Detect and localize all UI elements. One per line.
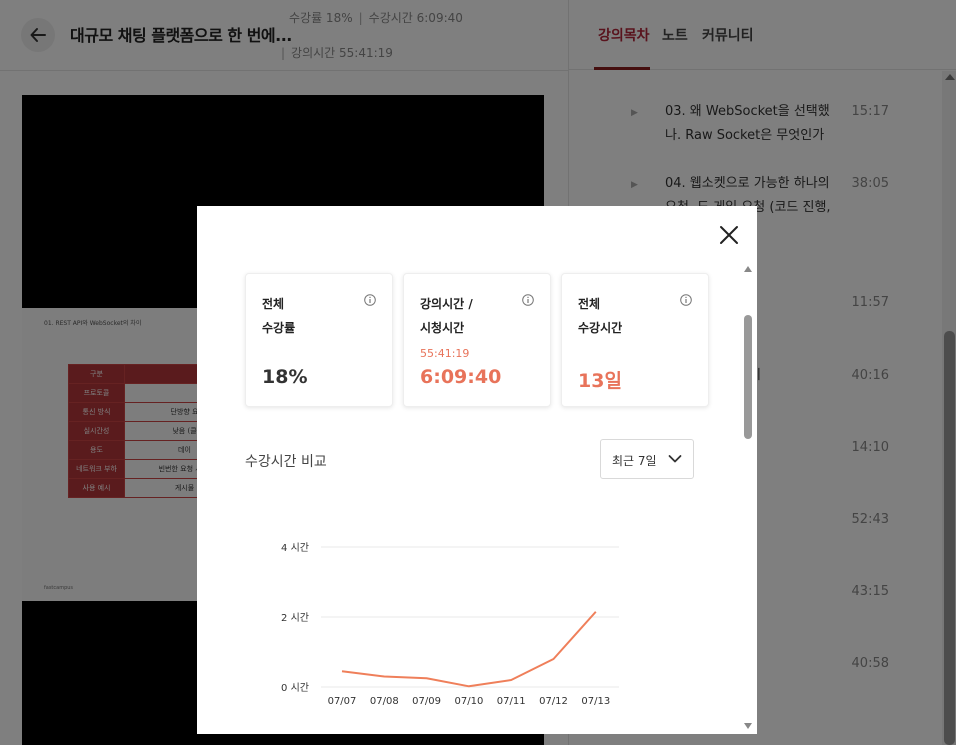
scroll-up-arrow-icon[interactable] <box>744 266 752 272</box>
scroll-down-arrow-icon[interactable] <box>744 723 752 729</box>
x-tick-label: 07/10 <box>454 696 483 707</box>
stat-card-watch-time: 강의시간 / 시청시간 55:41:19 6:09:40 <box>403 273 551 407</box>
card-label-line: 시청시간 <box>420 321 465 335</box>
card-label-line: 강의시간 / <box>420 297 473 311</box>
scrollbar-thumb[interactable] <box>744 315 752 439</box>
chevron-down-icon <box>668 455 682 463</box>
card-label: 전체 수강률 <box>262 292 295 340</box>
close-icon <box>720 226 738 244</box>
close-button[interactable] <box>717 223 741 247</box>
x-tick-label: 07/11 <box>497 696 526 707</box>
card-label: 전체 수강시간 <box>578 292 622 340</box>
card-label-line: 전체 <box>262 297 285 311</box>
y-tick-label: 2 시간 <box>281 612 309 624</box>
stat-card-progress: 전체 수강률 18% <box>245 273 393 407</box>
x-tick-label: 07/09 <box>412 696 441 707</box>
watch-time-chart: 0 시간 2 시간 4 시간 07/07 07/08 07/09 07/10 07/11 07/… <box>281 542 619 707</box>
card-value: 6:09:40 <box>420 366 502 388</box>
x-tick-label: 07/08 <box>370 696 399 707</box>
x-tick-label: 07/13 <box>581 696 610 707</box>
info-icon[interactable] <box>522 294 534 306</box>
modal-scrollbar[interactable] <box>743 266 753 734</box>
card-label-line: 전체 <box>578 297 601 311</box>
period-select[interactable]: 최근 7일 <box>600 439 694 479</box>
card-value: 18% <box>262 366 308 388</box>
card-label-line: 수강시간 <box>578 321 623 335</box>
card-label-line: 수강률 <box>262 321 296 335</box>
info-icon[interactable] <box>680 294 692 306</box>
card-label: 강의시간 / 시청시간 <box>420 292 473 340</box>
y-tick-label: 4 시간 <box>281 542 309 554</box>
x-tick-label: 07/12 <box>539 696 568 707</box>
study-stats-modal: 전체 수강률 18% 강의시간 / 시청시간 55:41:19 6:09:40 … <box>197 206 757 734</box>
card-sub-value: 55:41:19 <box>420 347 470 360</box>
y-tick-label: 0 시간 <box>281 682 309 694</box>
series-line <box>341 611 597 688</box>
info-icon[interactable] <box>364 294 376 306</box>
x-tick-label: 07/07 <box>328 696 357 707</box>
section-title: 수강시간 비교 <box>245 454 327 470</box>
stat-card-study-days: 전체 수강시간 13일 <box>561 273 709 407</box>
card-value: 13일 <box>578 370 622 392</box>
period-select-value: 최근 7일 <box>612 454 657 468</box>
